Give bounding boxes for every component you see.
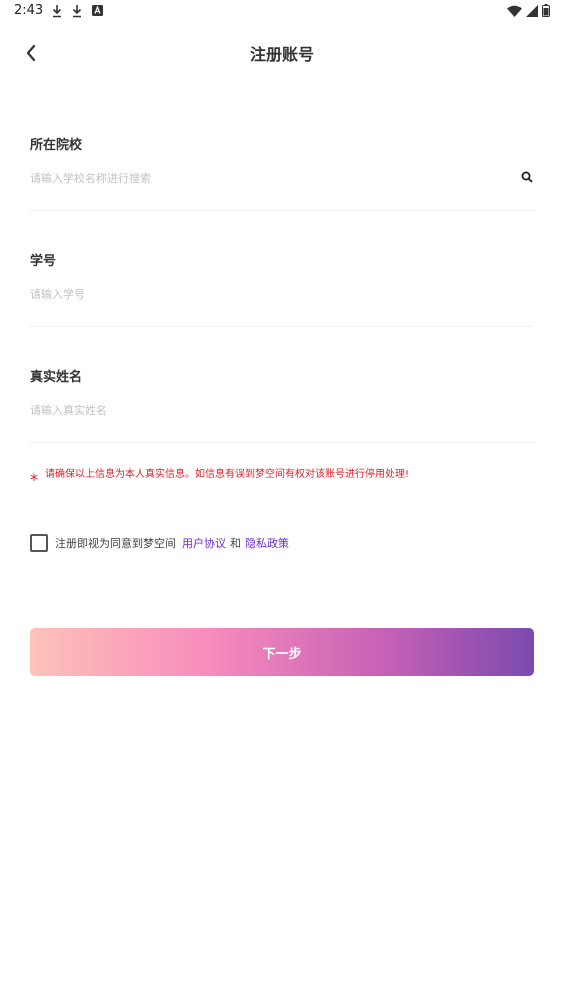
agreement-and: 和 xyxy=(230,537,241,550)
real-name-label: 真实姓名 xyxy=(30,370,83,385)
signal-icon xyxy=(526,4,538,17)
wifi-icon xyxy=(507,5,522,17)
download-icon xyxy=(52,5,62,18)
required-star: * xyxy=(30,470,38,489)
privacy-policy-link[interactable]: 隐私政策 xyxy=(245,535,289,551)
battery-icon xyxy=(542,4,550,17)
real-name-field: 真实姓名 xyxy=(30,366,534,443)
agreement-prefix: 注册即视为同意到梦空间 xyxy=(55,537,176,550)
download-icon xyxy=(72,5,82,18)
search-icon[interactable] xyxy=(520,170,534,184)
school-search-input[interactable] xyxy=(30,164,500,192)
school-field: 所在院校 xyxy=(30,134,534,211)
real-name-input[interactable] xyxy=(30,396,500,424)
status-bar: 2:43 xyxy=(0,0,564,24)
student-id-label: 学号 xyxy=(30,254,57,269)
divider xyxy=(30,442,534,443)
school-label: 所在院校 xyxy=(30,138,83,153)
divider xyxy=(30,326,534,327)
nav-bar: 注册账号 xyxy=(0,28,564,78)
agreement-row: 注册即视为同意到梦空间 用户协议 和 隐私政策 xyxy=(30,534,289,552)
warning-notice: * 请确保以上信息为本人真实信息。如信息有误到梦空间有权对该账号进行停用处理! xyxy=(30,468,534,488)
status-icons xyxy=(507,4,550,17)
user-agreement-link[interactable]: 用户协议 xyxy=(182,535,226,551)
agreement-checkbox[interactable] xyxy=(30,534,48,552)
student-id-field: 学号 xyxy=(30,250,534,327)
divider xyxy=(30,210,534,211)
page-title: 注册账号 xyxy=(249,45,314,64)
warning-text: 请确保以上信息为本人真实信息。如信息有误到梦空间有权对该账号进行停用处理! xyxy=(45,469,410,480)
student-id-input[interactable] xyxy=(30,280,500,308)
app-icon xyxy=(92,5,103,16)
next-step-button[interactable]: 下一步 xyxy=(30,628,534,676)
status-time: 2:43 xyxy=(14,3,44,18)
